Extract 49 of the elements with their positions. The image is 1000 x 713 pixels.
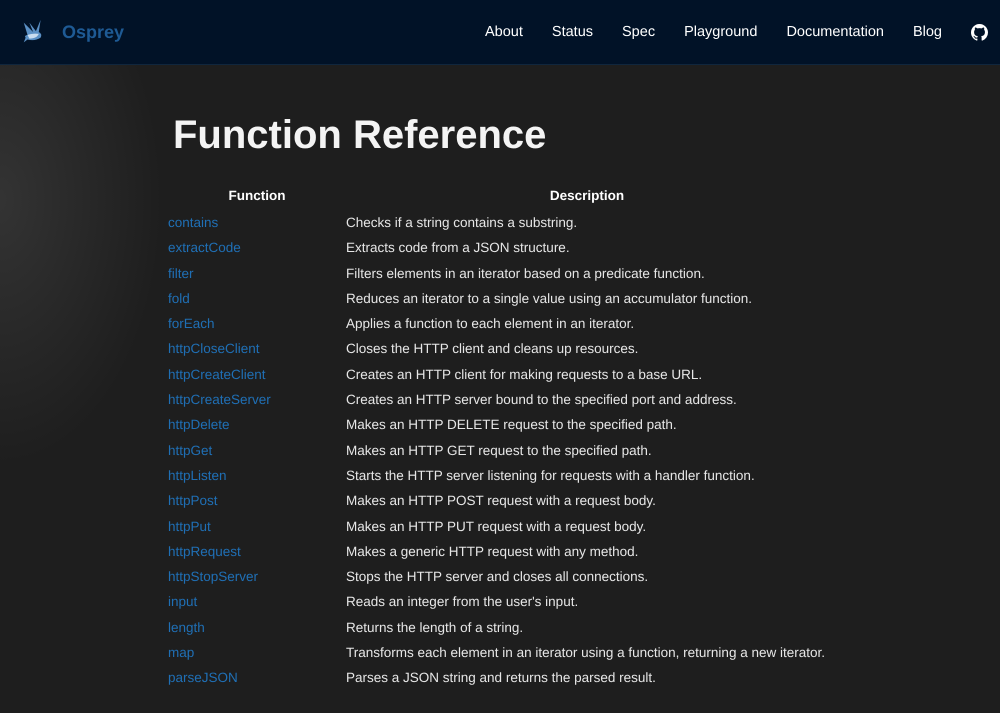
- function-link[interactable]: httpCloseClient: [168, 341, 260, 356]
- nav-link[interactable]: Playground: [684, 24, 758, 40]
- description-cell-text: Extracts code from a JSON structure.: [346, 239, 571, 258]
- function-link[interactable]: fold: [168, 290, 190, 306]
- function-link[interactable]: contains: [168, 215, 218, 230]
- description-cell-text: Makes an HTTP POST request with a request body.: [346, 492, 657, 510]
- function-link[interactable]: httpRequest: [168, 544, 241, 559]
- description-cell-text: Filters elements in an iterator based on a predicate function.: [346, 264, 706, 283]
- function-link[interactable]: httpPost: [168, 493, 218, 508]
- nav-link[interactable]: About: [485, 24, 523, 40]
- function-link[interactable]: httpCreateServer: [168, 392, 271, 408]
- function-link[interactable]: length: [168, 620, 205, 635]
- function-link[interactable]: httpPut: [168, 518, 211, 534]
- function-link[interactable]: httpCreateClient: [168, 366, 266, 382]
- description-cell-text: Parses a JSON string and returns the parsed result.: [346, 669, 657, 688]
- column-header: Function: [228, 187, 286, 205]
- github-icon[interactable]: [971, 24, 988, 40]
- description-cell-text: Makes an HTTP DELETE request to the specified path.: [346, 416, 678, 434]
- nav-link[interactable]: Spec: [622, 24, 656, 40]
- function-link[interactable]: httpListen: [168, 468, 227, 483]
- description-cell-text: Starts the HTTP server listening for requests with a handler function.: [346, 466, 756, 485]
- function-link[interactable]: filter: [168, 266, 194, 281]
- nav-link[interactable]: Status: [552, 24, 594, 40]
- description-cell-text: Makes a generic HTTP request with any method.: [346, 542, 640, 561]
- function-link[interactable]: forEach: [168, 316, 215, 332]
- nav-link[interactable]: Blog: [912, 24, 942, 40]
- description-cell-text: Reduces an iterator to a single value using an accumulator function.: [346, 290, 753, 308]
- description-cell-text: Creates an HTTP client for making requests to a base URL.: [346, 366, 704, 384]
- function-link[interactable]: httpStopServer: [168, 569, 258, 584]
- description-cell-text: Makes an HTTP PUT request with a request body.: [346, 518, 648, 536]
- function-link[interactable]: map: [168, 645, 194, 660]
- section-heading: Function Reference: [173, 113, 548, 157]
- description-cell-text: Makes an HTTP GET request to the specified path.: [346, 442, 653, 460]
- function-link[interactable]: parseJSON: [168, 670, 238, 686]
- description-cell-text: Returns the length of a string.: [346, 618, 524, 637]
- description-cell-text: Checks if a string contains a substring.: [346, 214, 578, 232]
- description-cell-text: Reads an integer from the user's input.: [346, 593, 580, 612]
- description-cell-text: Creates an HTTP server bound to the specified port and address.: [346, 391, 738, 410]
- function-link[interactable]: httpDelete: [168, 417, 230, 432]
- function-link[interactable]: extractCode: [168, 240, 241, 256]
- function-link[interactable]: input: [168, 594, 198, 610]
- description-cell-text: Stops the HTTP server and closes all connections.: [346, 568, 650, 586]
- column-header: Description: [548, 187, 626, 205]
- description-cell-text: Closes the HTTP client and cleans up resources.: [346, 340, 640, 358]
- nav-link[interactable]: Documentation: [786, 24, 884, 40]
- description-cell-text: Applies a function to each element in an iterator.: [346, 315, 636, 334]
- brand-link[interactable]: Osprey: [62, 22, 124, 42]
- function-link[interactable]: httpGet: [168, 442, 212, 458]
- description-cell-text: Transforms each element in an iterator using a function, returning a new iterator.: [346, 644, 826, 662]
